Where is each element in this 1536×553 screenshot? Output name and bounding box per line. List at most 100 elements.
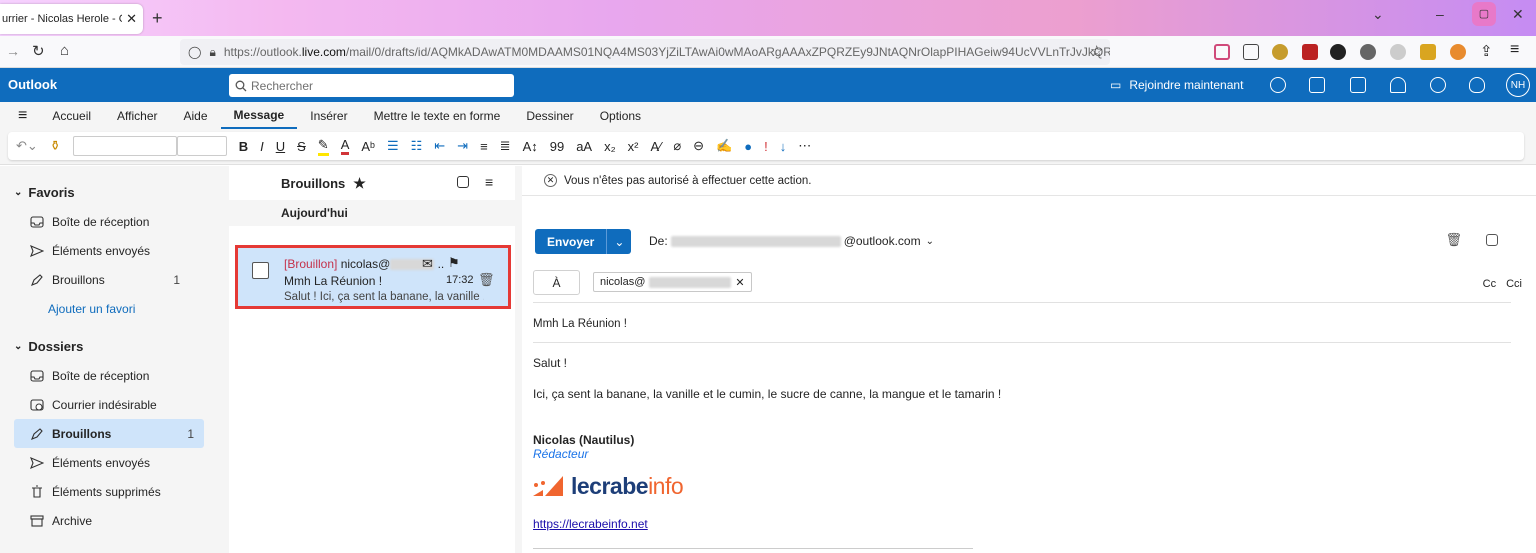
search-box[interactable]: Rechercher xyxy=(229,74,514,97)
new-tab-icon[interactable]: + xyxy=(152,8,163,29)
to-button[interactable]: À xyxy=(533,270,580,295)
bullets-icon[interactable]: ☰ xyxy=(387,138,399,154)
filter-icon[interactable]: ≡ xyxy=(485,174,493,190)
importance-low-icon[interactable]: ↓ xyxy=(780,139,787,154)
nav-junk[interactable]: Courrier indésirable xyxy=(0,390,190,419)
format-painter-icon[interactable]: ⚱ xyxy=(50,138,61,154)
search-input[interactable]: Rechercher xyxy=(251,79,313,93)
message-body[interactable]: Salut ! Ici, ça sent la banane, la vanil… xyxy=(533,356,1001,461)
address-field[interactable]: ◯ 🔒︎ https://outlook. live.com/mail/0/dra… xyxy=(180,39,1110,65)
discard-trash-icon[interactable]: 🗑︎ xyxy=(1445,232,1462,248)
subscript-icon[interactable]: x₂ xyxy=(604,139,616,154)
signature-link[interactable]: https://lecrabeinfo.net xyxy=(533,517,648,531)
popout-icon[interactable] xyxy=(1486,234,1498,246)
nav-inbox[interactable]: Boîte de réception xyxy=(0,361,190,390)
menu-icon[interactable]: ≡ xyxy=(1510,41,1519,59)
underline-icon[interactable]: U xyxy=(276,139,285,154)
paragraph-icon[interactable]: A↕ xyxy=(523,139,538,154)
extension-badge-icon[interactable] xyxy=(1302,44,1318,60)
outdent-icon[interactable]: ⇤ xyxy=(434,138,445,154)
align-icon[interactable]: ≡ xyxy=(480,139,488,154)
font-family-select[interactable] xyxy=(72,136,177,156)
avatar[interactable]: NH xyxy=(1506,73,1530,97)
app-title[interactable]: Outlook xyxy=(8,77,57,92)
add-favorite-link[interactable]: Ajouter un favori xyxy=(0,294,190,323)
extension-icon[interactable] xyxy=(1330,44,1346,60)
extension-icon[interactable] xyxy=(1450,44,1466,60)
home-icon[interactable]: ⌂ xyxy=(60,42,69,59)
highlight-icon[interactable]: ✎ xyxy=(317,137,329,156)
message-checkbox[interactable] xyxy=(252,262,269,279)
favorites-header[interactable]: ⌄ Favoris xyxy=(0,177,222,207)
lightbulb-icon[interactable] xyxy=(1469,77,1485,93)
bookmark-star-icon[interactable]: ☆ xyxy=(1090,42,1103,60)
envelope-icon[interactable]: ✉ xyxy=(422,256,433,272)
tab-inserer[interactable]: Insérer xyxy=(297,102,360,129)
styles-icon[interactable]: Aᵇ xyxy=(361,139,375,154)
nav-archive[interactable]: Archive xyxy=(0,506,190,535)
strikethrough-icon[interactable]: S xyxy=(297,139,306,154)
close-tab-icon[interactable]: ✕ xyxy=(126,11,137,27)
extension-icon[interactable] xyxy=(1272,44,1288,60)
tab-list-icon[interactable]: ⌄ xyxy=(1372,6,1384,23)
line-spacing-icon[interactable]: ≣ xyxy=(500,138,511,154)
superscript-icon[interactable]: x² xyxy=(628,139,639,154)
bell-icon[interactable] xyxy=(1390,77,1406,93)
signature-icon[interactable]: ✍ xyxy=(716,138,732,154)
list-item[interactable]: [Brouillon] nicolas@ .. ✉ ⚑ Mmh La Réuni… xyxy=(235,245,511,309)
extension-icon[interactable] xyxy=(1360,44,1376,60)
cc-button[interactable]: Cc xyxy=(1483,278,1496,290)
office-icon[interactable] xyxy=(1309,77,1325,93)
trash-icon[interactable]: 🗑︎ xyxy=(478,272,495,288)
forward-icon[interactable]: → xyxy=(6,43,20,59)
tab-afficher[interactable]: Afficher xyxy=(104,102,170,129)
font-size-select[interactable] xyxy=(176,136,227,156)
select-mode-icon[interactable] xyxy=(457,176,469,188)
attach-icon[interactable]: ⌀ xyxy=(673,138,681,154)
nav-fav-drafts[interactable]: Brouillons 1 xyxy=(0,265,190,294)
folders-header[interactable]: ⌄ Dossiers xyxy=(0,331,222,361)
subject-field[interactable]: Mmh La Réunion ! xyxy=(533,318,627,330)
tab-dessiner[interactable]: Dessiner xyxy=(513,102,586,129)
note-icon[interactable] xyxy=(1350,77,1366,93)
minimize-icon[interactable]: – xyxy=(1436,6,1444,22)
tab-message[interactable]: Message xyxy=(220,102,298,129)
recipient-chip[interactable]: nicolas@ ✕ xyxy=(593,272,752,292)
send-button[interactable]: Envoyer ⌄ xyxy=(535,229,632,254)
nav-sent[interactable]: Éléments envoyés xyxy=(0,448,190,477)
quote-icon[interactable]: 99 xyxy=(550,139,564,154)
teams-icon[interactable] xyxy=(1270,77,1286,93)
join-now-button[interactable]: ▭ Rejoindre maintenant xyxy=(1110,78,1243,92)
nav-fav-sent[interactable]: Éléments envoyés xyxy=(0,236,190,265)
numbering-icon[interactable]: ☷ xyxy=(411,138,423,154)
indent-icon[interactable]: ⇥ xyxy=(457,138,468,154)
tab-options[interactable]: Options xyxy=(587,102,654,129)
hamburger-icon[interactable]: ≡ xyxy=(18,107,27,125)
from-field[interactable]: De: @outlook.com ⌄ xyxy=(649,234,934,248)
flag-icon[interactable]: ⚑ xyxy=(448,255,460,271)
chevron-down-icon[interactable]: ⌄ xyxy=(607,229,631,254)
importance-high-icon[interactable]: ! xyxy=(764,139,768,154)
clear-format-icon[interactable]: A⁄ xyxy=(651,139,662,154)
extension-icon[interactable] xyxy=(1390,44,1406,60)
close-window-icon[interactable]: ✕ xyxy=(1512,6,1524,23)
undo-icon[interactable]: ↶⌄ xyxy=(16,138,38,154)
nav-fav-inbox[interactable]: Boîte de réception xyxy=(0,207,190,236)
dictate-icon[interactable]: ● xyxy=(744,139,752,154)
nav-deleted[interactable]: Éléments supprimés xyxy=(0,477,190,506)
tab-aide[interactable]: Aide xyxy=(171,102,221,129)
bold-icon[interactable]: B xyxy=(239,139,248,154)
restore-icon[interactable]: ▢ xyxy=(1472,2,1496,26)
pocket-icon[interactable] xyxy=(1214,44,1230,60)
reload-icon[interactable]: ↻ xyxy=(32,42,45,60)
bcc-button[interactable]: Cci xyxy=(1506,278,1522,290)
link-icon[interactable]: ⊖ xyxy=(693,138,704,154)
font-color-icon[interactable]: A xyxy=(340,137,350,155)
send-label[interactable]: Envoyer xyxy=(535,229,608,254)
settings-gear-icon[interactable] xyxy=(1430,77,1446,93)
share-icon[interactable]: ⇪ xyxy=(1480,42,1493,60)
extension-icon[interactable] xyxy=(1420,44,1436,60)
tab-format-text[interactable]: Mettre le texte en forme xyxy=(361,102,514,129)
remove-recipient-icon[interactable]: ✕ xyxy=(735,276,744,289)
reader-icon[interactable] xyxy=(1243,44,1259,60)
